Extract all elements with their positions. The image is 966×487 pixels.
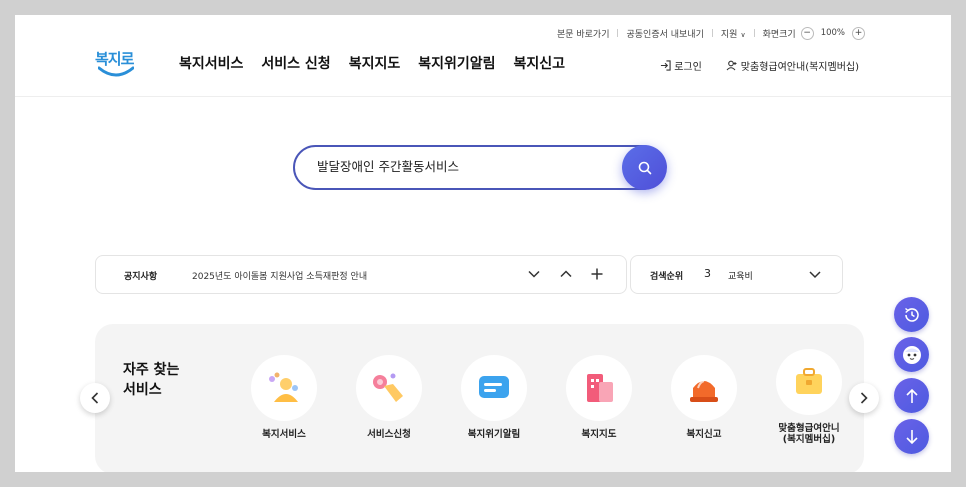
divider xyxy=(711,29,713,37)
header-divider xyxy=(15,96,951,97)
rank-keyword[interactable]: 교육비 xyxy=(728,269,753,282)
chevron-up-icon xyxy=(560,270,572,278)
nav-welfare-report[interactable]: 복지신고 xyxy=(514,53,566,73)
chevron-left-icon xyxy=(91,392,99,404)
chevron-down-icon: ∨ xyxy=(740,30,746,39)
quick-services-panel: 자주 찾는 서비스 복지서비스 서비스신청 복지위기알림 복지지도 복지신고 맞… xyxy=(95,324,864,472)
quick-service-map[interactable]: 복지지도 xyxy=(554,355,644,440)
membership-button[interactable]: 맞춤형급여안내(복지멤버십) xyxy=(726,58,859,73)
membership-label: 맞춤형급여안내(복지멤버십) xyxy=(740,62,859,73)
rank-number: 3 xyxy=(704,267,711,280)
screen-size-label: 화면크기 xyxy=(762,29,796,40)
service-icon-circle xyxy=(461,355,527,421)
notice-more-button[interactable] xyxy=(587,264,607,284)
service-icon-circle xyxy=(776,349,842,415)
notice-bar: 공지사항 2025년도 아이돌봄 지원사업 소득재판정 안내 xyxy=(95,255,627,294)
recent-history-button[interactable] xyxy=(894,297,929,332)
chevron-right-icon xyxy=(860,392,868,404)
language-label: 지원 xyxy=(720,29,738,40)
quick-service-welfare[interactable]: 복지서비스 xyxy=(239,355,329,440)
chevron-down-icon xyxy=(809,271,821,279)
header-actions: 로그인 맞춤형급여안내(복지멤버십) xyxy=(660,58,859,73)
notice-text[interactable]: 2025년도 아이돌봄 지원사업 소득재판정 안내 xyxy=(192,269,367,282)
chatbot-button[interactable] xyxy=(894,337,929,372)
rank-dropdown-button[interactable] xyxy=(808,265,822,289)
briefcase-icon xyxy=(796,368,822,394)
building-icon xyxy=(587,374,613,402)
hand-touch-icon xyxy=(373,373,403,402)
chatbot-icon xyxy=(902,345,921,364)
skip-to-content-link[interactable]: 본문 바로가기 xyxy=(557,27,610,40)
quick-service-crisis-alert[interactable]: 복지위기알림 xyxy=(449,355,539,440)
page: 본문 바로가기 공동인증서 내보내기 지원 ∨ 화면크기 − 100% + 복지로… xyxy=(15,15,951,472)
utility-bar: 본문 바로가기 공동인증서 내보내기 지원 ∨ 화면크기 − 100% + xyxy=(557,26,865,40)
quick-service-apply[interactable]: 서비스신청 xyxy=(344,355,434,440)
scroll-top-button[interactable] xyxy=(894,378,929,413)
search-icon xyxy=(638,161,651,174)
title-line: 서비스 xyxy=(123,382,162,398)
notice-next-button[interactable] xyxy=(524,264,544,284)
service-icon-circle xyxy=(671,355,737,421)
quick-service-membership[interactable]: 맞춤형급여안니 (복지멤버십) xyxy=(764,349,854,445)
siren-icon xyxy=(690,380,718,402)
history-icon xyxy=(904,307,919,322)
carousel-next-button[interactable] xyxy=(849,383,879,413)
service-icon-circle xyxy=(251,355,317,421)
zoom-in-button[interactable]: + xyxy=(852,26,865,40)
login-icon xyxy=(661,60,671,71)
chevron-down-icon xyxy=(528,270,540,278)
user-plus-icon xyxy=(726,60,737,71)
main-nav: 복지서비스 서비스 신청 복지지도 복지위기알림 복지신고 xyxy=(179,53,565,73)
plus-icon xyxy=(591,268,603,280)
divider xyxy=(753,29,755,37)
people-icon xyxy=(269,372,298,402)
search-rank-bar: 검색순위 3 교육비 xyxy=(630,255,843,294)
service-label: 맞춤형급여안니 (복지멤버십) xyxy=(764,423,854,445)
notice-label: 공지사항 xyxy=(124,272,158,282)
divider xyxy=(617,29,619,37)
zoom-out-button[interactable]: − xyxy=(800,26,814,40)
scroll-bottom-button[interactable] xyxy=(894,419,929,454)
service-label-line: (복지멤버십) xyxy=(782,434,836,445)
login-label: 로그인 xyxy=(674,62,702,73)
nav-welfare-map[interactable]: 복지지도 xyxy=(349,53,401,73)
service-label: 복지위기알림 xyxy=(467,429,521,440)
chat-bubble-icon xyxy=(479,376,509,398)
quick-service-report[interactable]: 복지신고 xyxy=(659,355,749,440)
service-label-line: 맞춤형급여안니 xyxy=(778,423,840,434)
search-box xyxy=(293,145,665,190)
arrow-up-icon xyxy=(905,388,918,403)
logo[interactable]: 복지로 xyxy=(95,48,135,80)
service-label: 복지신고 xyxy=(686,429,722,440)
nav-crisis-alert[interactable]: 복지위기알림 xyxy=(418,53,495,73)
arrow-down-icon xyxy=(905,429,918,444)
service-icon-circle xyxy=(356,355,422,421)
login-button[interactable]: 로그인 xyxy=(660,58,702,73)
nav-welfare-service[interactable]: 복지서비스 xyxy=(179,53,243,73)
export-cert-link[interactable]: 공동인증서 내보내기 xyxy=(626,27,703,40)
language-dropdown[interactable]: 지원 ∨ xyxy=(721,27,746,40)
service-label: 복지서비스 xyxy=(262,429,306,440)
service-icon-circle xyxy=(566,355,632,421)
search-button[interactable] xyxy=(622,145,667,190)
zoom-value: 100% xyxy=(820,28,845,38)
search-input[interactable] xyxy=(317,158,617,173)
notice-prev-button[interactable] xyxy=(556,264,576,284)
carousel-prev-button[interactable] xyxy=(80,383,110,413)
rank-label: 검색순위 xyxy=(650,272,684,282)
nav-service-apply[interactable]: 서비스 신청 xyxy=(261,53,330,73)
quick-services-title: 자주 찾는 서비스 xyxy=(123,360,179,400)
title-line: 자주 찾는 xyxy=(123,362,180,378)
service-label: 복지지도 xyxy=(581,429,617,440)
service-label: 서비스신청 xyxy=(367,429,411,440)
smile-icon xyxy=(98,66,134,77)
